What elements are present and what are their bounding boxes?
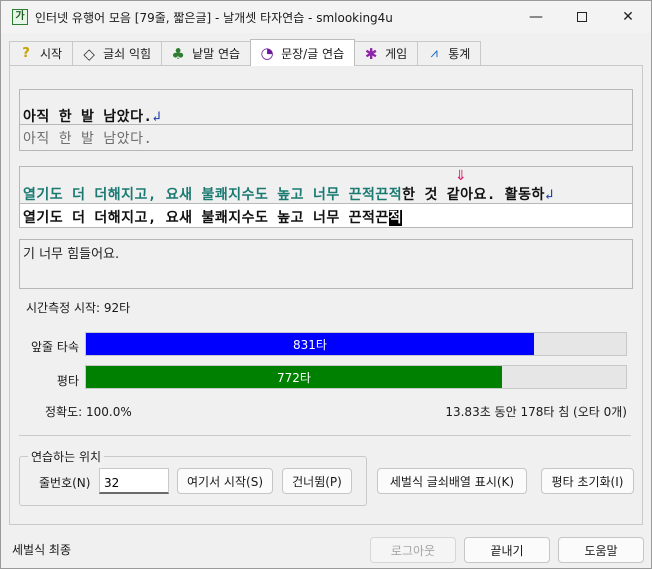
tab-word-practice[interactable]: ♣ 낱말 연습 bbox=[161, 41, 252, 65]
tree-icon: ♣ bbox=[171, 44, 185, 63]
window-title: 인터넷 유행어 모음 [79줄, 짧은글] - 날개셋 타자연습 - smloo… bbox=[35, 11, 393, 25]
tab-start[interactable]: ? 시작 bbox=[9, 41, 74, 65]
tab-bar: ? 시작 ◇ 글쇠 익힘 ♣ 낱말 연습 ◔ 문장/글 연습 ✱ 게임 ⩘ 통계 bbox=[9, 39, 482, 66]
logout-button[interactable]: 로그아웃 bbox=[370, 537, 456, 563]
tab-label: 글쇠 익힘 bbox=[103, 47, 152, 61]
question-icon: ? bbox=[22, 46, 30, 61]
tab-label: 게임 bbox=[385, 47, 408, 61]
tab-game[interactable]: ✱ 게임 bbox=[354, 41, 419, 65]
paragraph-target-rest: 한 것 같아요. 활동하 bbox=[402, 187, 545, 203]
tab-label: 시작 bbox=[40, 47, 63, 61]
paragraph-target-box: ⇓ 열기도 더 더해지고, 요새 불쾌지수도 높고 너무 끈적끈적한 것 같아요… bbox=[19, 166, 633, 204]
game-icon: ✱ bbox=[364, 44, 378, 63]
sentence-typed-box[interactable]: 아직 한 발 남았다. bbox=[19, 125, 633, 151]
typing-cursor: 적 bbox=[388, 210, 403, 226]
sentence-target: 아직 한 발 남았다.↲ bbox=[23, 109, 162, 125]
enter-mark-icon: ↲ bbox=[152, 109, 162, 125]
line-number-input[interactable] bbox=[99, 468, 169, 494]
skip-button[interactable]: 건너뜀(P) bbox=[282, 468, 352, 494]
typing-stats: 13.83초 동안 178타 침 (오타 0개) bbox=[445, 405, 627, 419]
app-icon: 가 bbox=[12, 9, 28, 25]
accuracy-label: 정확도: 100.0% bbox=[45, 405, 132, 419]
main-window: 가 인터넷 유행어 모음 [79줄, 짧은글] - 날개셋 타자연습 - sml… bbox=[0, 0, 652, 569]
prev-line-speed-fill: 831타 bbox=[86, 333, 534, 355]
paragraph-typed: 열기도 더 더해지고, 요새 불쾌지수도 높고 너무 끈적끈적 bbox=[23, 210, 403, 226]
chart-icon: ⩘ bbox=[430, 46, 438, 61]
position-arrow-icon: ⇓ bbox=[455, 168, 467, 184]
help-button[interactable]: 도움말 bbox=[558, 537, 644, 563]
position-group-title: 연습하는 위치 bbox=[28, 448, 105, 465]
prev-line-speed-label: 앞줄 타속 bbox=[31, 340, 79, 354]
tab-label: 낱말 연습 bbox=[192, 47, 241, 61]
paragraph-target-done: 열기도 더 더해지고, 요새 불쾌지수도 높고 너무 끈적끈적 bbox=[23, 187, 403, 203]
line-number-label: 줄번호(N) bbox=[39, 476, 91, 490]
maximize-button[interactable] bbox=[559, 1, 605, 33]
maximize-icon bbox=[577, 12, 587, 22]
paragraph-input-box[interactable]: 열기도 더 더해지고, 요새 불쾌지수도 높고 너무 끈적끈적 bbox=[19, 204, 633, 228]
exit-button[interactable]: 끝내기 bbox=[464, 537, 550, 563]
next-line-box: 기 너무 힘들어요. bbox=[19, 239, 633, 289]
layout-status: 세벌식 최종 bbox=[12, 543, 72, 557]
close-button[interactable]: ✕ bbox=[605, 1, 651, 33]
next-line-text: 기 너무 힘들어요. bbox=[23, 247, 120, 262]
start-here-button[interactable]: 여기서 시작(S) bbox=[177, 468, 273, 494]
tab-key-practice[interactable]: ◇ 글쇠 익힘 bbox=[72, 41, 163, 65]
divider bbox=[19, 435, 631, 436]
sentence-target-box: 아직 한 발 남았다.↲ bbox=[19, 89, 633, 125]
tab-statistics[interactable]: ⩘ 통계 bbox=[417, 41, 482, 65]
title-bar[interactable]: 가 인터넷 유행어 모음 [79줄, 짧은글] - 날개셋 타자연습 - sml… bbox=[1, 1, 651, 33]
average-speed-fill: 772타 bbox=[86, 366, 502, 388]
timer-label: 시간측정 시작: 92타 bbox=[26, 301, 131, 315]
prev-line-speed-bar: 831타 bbox=[85, 332, 627, 356]
average-speed-label: 평타 bbox=[56, 374, 79, 388]
average-speed-bar: 772타 bbox=[85, 365, 627, 389]
diamond-icon: ◇ bbox=[83, 44, 95, 63]
minimize-button[interactable]: — bbox=[513, 1, 559, 33]
tab-label: 문장/글 연습 bbox=[281, 46, 345, 61]
sentence-typed: 아직 한 발 남았다. bbox=[23, 131, 153, 147]
reset-average-button[interactable]: 평타 초기화(I) bbox=[541, 468, 634, 494]
paragraph-target: 열기도 더 더해지고, 요새 불쾌지수도 높고 너무 끈적끈적한 것 같아요. … bbox=[23, 184, 554, 204]
tab-sentence-practice[interactable]: ◔ 문장/글 연습 bbox=[250, 39, 356, 66]
tab-label: 통계 bbox=[448, 47, 471, 61]
show-layout-button[interactable]: 세벌식 글쇠배열 표시(K) bbox=[377, 468, 527, 494]
clock-icon: ◔ bbox=[260, 44, 274, 62]
enter-mark-icon: ↲ bbox=[544, 187, 554, 203]
